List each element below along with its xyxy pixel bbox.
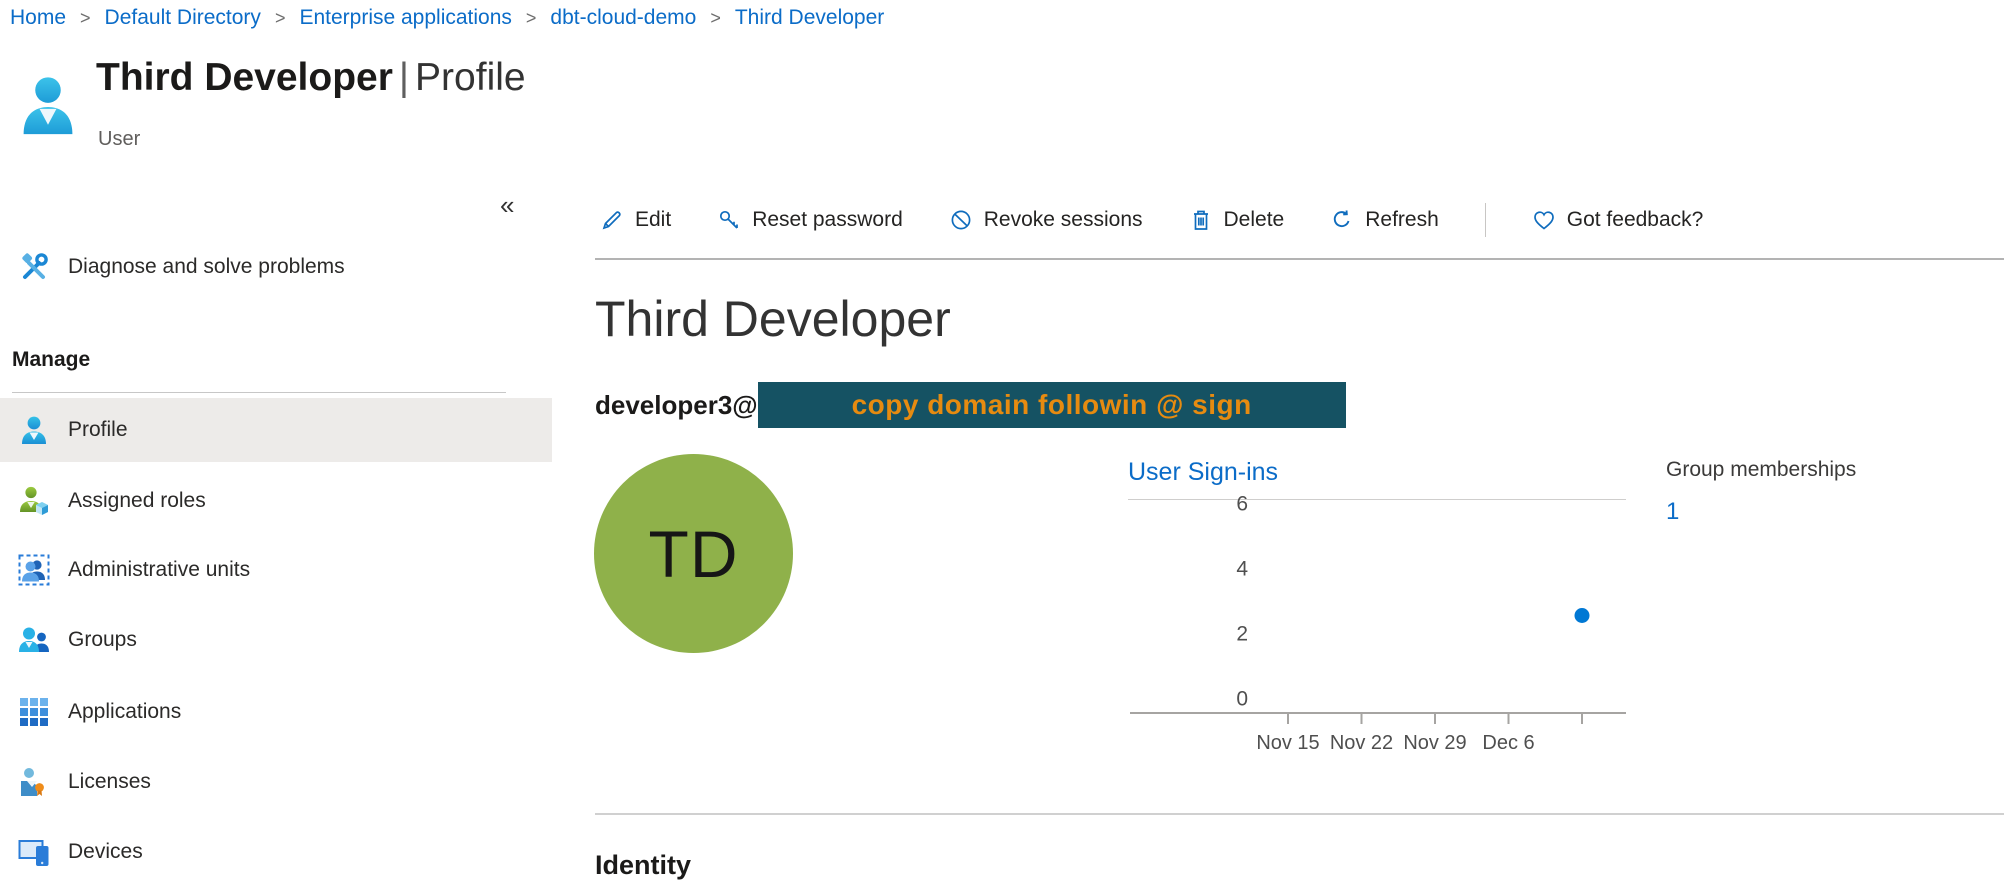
sidebar-item-label: Licenses: [68, 770, 151, 794]
command-bar: Edit Reset password Revoke sessions Dele…: [600, 198, 1703, 242]
sidebar-divider: [12, 392, 506, 393]
licenses-icon: [18, 766, 50, 798]
x-axis-ticks: [1288, 713, 1582, 724]
x-tick-label: Nov 15: [1256, 732, 1319, 754]
sidebar-collapse-button[interactable]: «: [500, 190, 514, 221]
page-title: Third Developer|Profile: [96, 56, 526, 100]
delete-button-label: Delete: [1224, 208, 1285, 232]
got-feedback-button-label: Got feedback?: [1567, 208, 1704, 232]
x-tick-label: Nov 22: [1330, 732, 1393, 754]
pencil-icon: [600, 208, 624, 232]
reset-password-button[interactable]: Reset password: [717, 208, 903, 232]
sidebar-section-manage: Manage: [12, 348, 90, 372]
got-feedback-button[interactable]: Got feedback?: [1532, 208, 1704, 232]
profile-icon: [18, 414, 50, 446]
administrative-units-icon: [18, 554, 50, 586]
heart-icon: [1532, 208, 1556, 232]
sidebar-item-licenses[interactable]: Licenses: [0, 750, 552, 814]
redaction-overlay: copy domain followin @ sign: [758, 382, 1346, 428]
sidebar-item-label: Assigned roles: [68, 489, 206, 513]
refresh-button[interactable]: Refresh: [1330, 208, 1439, 232]
edit-button-label: Edit: [635, 208, 671, 232]
sidebar-item-administrative-units[interactable]: Administrative units: [0, 538, 552, 602]
email-prefix: developer3@: [595, 390, 758, 421]
x-tick-label: Nov 29: [1403, 732, 1466, 754]
breadcrumb-dbt-cloud-demo[interactable]: dbt-cloud-demo: [550, 6, 696, 30]
breadcrumb-separator: >: [710, 8, 721, 29]
breadcrumb-separator: >: [80, 8, 91, 29]
edit-button[interactable]: Edit: [600, 208, 671, 232]
profile-display-name: Third Developer: [595, 290, 951, 348]
page-subtitle: User: [98, 128, 140, 151]
devices-icon: [18, 836, 50, 868]
redaction-note: copy domain followin @ sign: [852, 389, 1252, 421]
section-divider: [595, 813, 2004, 815]
identity-section-title: Identity: [595, 850, 691, 881]
y-tick-label: 6: [1236, 495, 1248, 516]
sidebar-item-label: Administrative units: [68, 558, 250, 582]
refresh-icon: [1330, 208, 1354, 232]
sidebar-item-groups[interactable]: Groups: [0, 608, 552, 672]
refresh-button-label: Refresh: [1365, 208, 1439, 232]
breadcrumb-default-directory[interactable]: Default Directory: [105, 6, 261, 30]
sidebar-item-label: Groups: [68, 628, 137, 652]
revoke-sessions-button[interactable]: Revoke sessions: [949, 208, 1143, 232]
key-icon: [717, 208, 741, 232]
breadcrumb-separator: >: [526, 8, 537, 29]
user-sign-ins-link[interactable]: User Sign-ins: [1128, 458, 1278, 487]
breadcrumb-third-developer[interactable]: Third Developer: [735, 6, 884, 30]
avatar-initials: TD: [649, 516, 739, 592]
groups-icon: [18, 624, 50, 656]
revoke-sessions-button-label: Revoke sessions: [984, 208, 1143, 232]
signin-data-point: [1575, 608, 1590, 623]
y-tick-label: 2: [1236, 623, 1248, 646]
block-icon: [949, 208, 973, 232]
sidebar-item-profile[interactable]: Profile: [0, 398, 552, 462]
sidebar-item-devices[interactable]: Devices: [0, 820, 552, 884]
page-title-name: Third Developer: [96, 56, 393, 99]
sidebar-item-label: Devices: [68, 840, 143, 864]
page-title-section: Profile: [415, 56, 526, 99]
diagnose-icon: [18, 251, 50, 283]
assigned-roles-icon: [18, 485, 50, 517]
y-tick-label: 4: [1236, 558, 1248, 581]
avatar: TD: [594, 454, 793, 653]
breadcrumb-separator: >: [275, 8, 286, 29]
group-memberships-label: Group memberships: [1666, 458, 1856, 482]
toolbar-divider: [1485, 203, 1486, 237]
x-tick-label: Dec 6: [1482, 732, 1534, 754]
sidebar-item-assigned-roles[interactable]: Assigned roles: [0, 469, 552, 533]
trash-icon: [1189, 208, 1213, 232]
breadcrumb: Home > Default Directory > Enterprise ap…: [10, 6, 884, 30]
sidebar-item-label: Applications: [68, 700, 181, 724]
page-title-separator: |: [393, 56, 415, 99]
sidebar-item-applications[interactable]: Applications: [0, 680, 552, 744]
sidebar-item-diagnose[interactable]: Diagnose and solve problems: [0, 235, 552, 299]
user-sign-ins-chart: 6 4 2 0 Nov 15 Nov 22 Nov 29 Dec 6: [1126, 495, 1636, 785]
breadcrumb-enterprise-applications[interactable]: Enterprise applications: [299, 6, 511, 30]
user-principal-name: developer3@ copy domain followin @ sign: [595, 382, 1346, 428]
applications-icon: [18, 696, 50, 728]
delete-button[interactable]: Delete: [1189, 208, 1285, 232]
user-icon: [18, 74, 78, 138]
sidebar-item-label: Profile: [68, 418, 128, 442]
toolbar-underline: [595, 258, 2004, 260]
group-memberships-count-link[interactable]: 1: [1666, 498, 1679, 526]
sidebar-item-label: Diagnose and solve problems: [68, 255, 345, 279]
reset-password-button-label: Reset password: [752, 208, 903, 232]
y-tick-label: 0: [1236, 688, 1248, 711]
breadcrumb-home[interactable]: Home: [10, 6, 66, 30]
